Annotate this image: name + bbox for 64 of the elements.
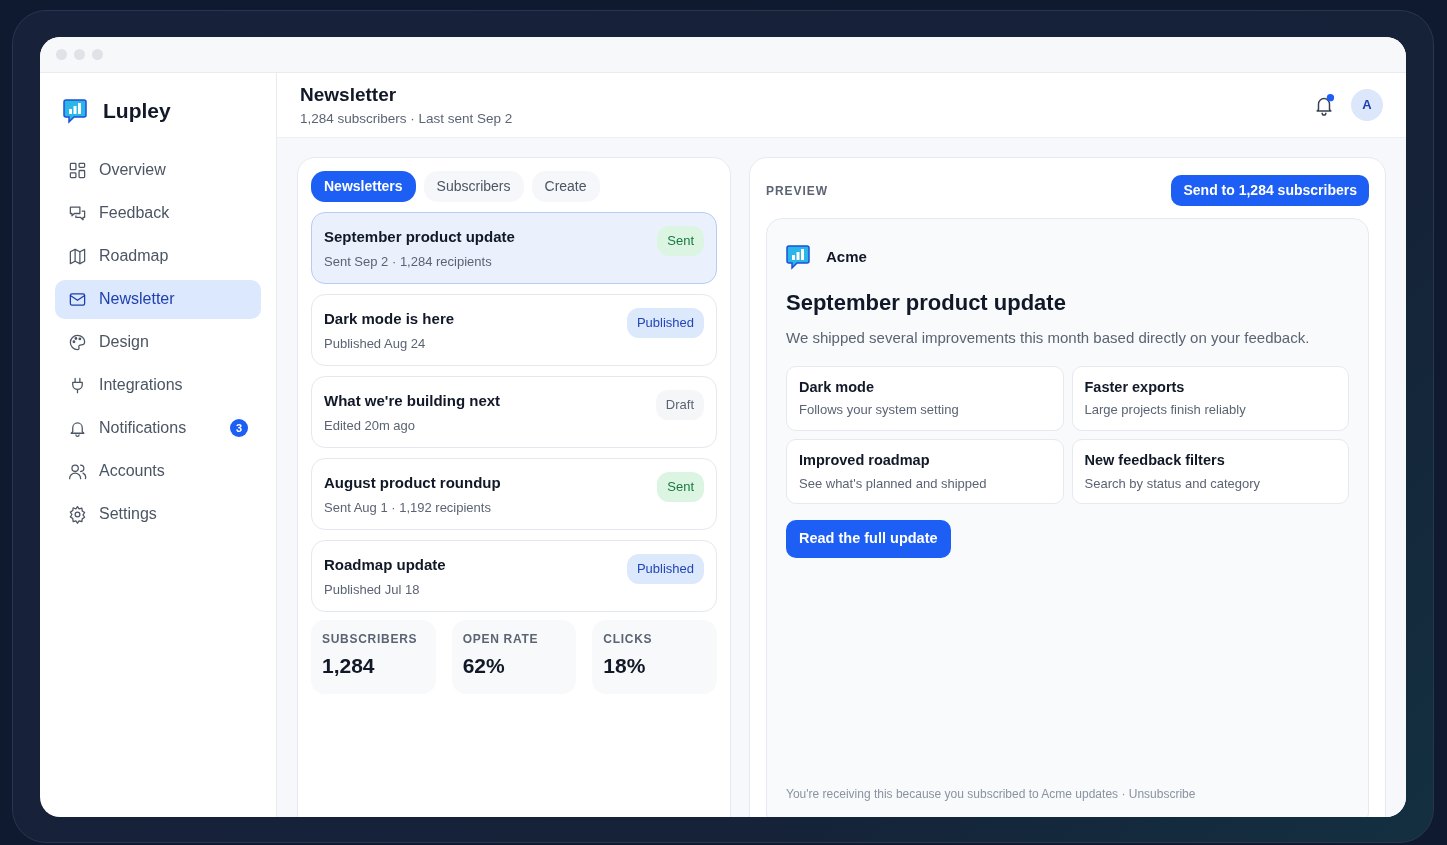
feature-title: New feedback filters xyxy=(1084,450,1226,470)
email-title: September product update xyxy=(786,289,1067,317)
newsletter-title: What we're building next xyxy=(324,391,501,411)
stat-label: CLICKS xyxy=(603,631,654,648)
sidebar-item[interactable]: Design xyxy=(55,322,261,362)
newsletter-meta: Sent Sep 2 · 1,284 recipients xyxy=(324,252,493,271)
settings-icon xyxy=(68,504,87,524)
feature-description: Search by status and category xyxy=(1084,474,1262,493)
newsletter-meta: Sent Aug 1 · 1,192 recipients xyxy=(324,498,492,517)
tab[interactable]: Create xyxy=(531,171,600,202)
page-subtitle: 1,284 subscribers · Last sent Sep 2 xyxy=(300,110,513,129)
newsletter-item[interactable]: What we're building next Edited 20m ago Draft xyxy=(311,376,717,448)
feature-description: See what's planned and shipped xyxy=(799,474,988,493)
status-tag: Published xyxy=(626,308,704,338)
count-badge: 3 xyxy=(230,419,248,437)
newsletter-title: Roadmap update xyxy=(324,555,446,575)
status-tag: Published xyxy=(626,554,704,584)
page-title: Newsletter xyxy=(300,82,398,107)
sidebar-item[interactable]: Notifications 3 xyxy=(55,408,261,448)
read-update-button[interactable]: Read the full update xyxy=(786,520,951,558)
stat-label: SUBSCRIBERS xyxy=(322,631,419,648)
section-label: PREVIEW xyxy=(766,182,829,200)
newsletter-meta: Edited 20m ago xyxy=(324,416,417,435)
tab[interactable]: Newsletters xyxy=(311,171,416,202)
palette-icon xyxy=(68,332,87,352)
feature-description: Large projects finish reliably xyxy=(1084,401,1247,420)
newsletter-item[interactable]: September product update Sent Sep 2 · 1,284 recipients Sent xyxy=(311,212,717,284)
logo-icon xyxy=(786,244,810,270)
newsletter-title: August product roundup xyxy=(324,473,501,493)
newsletter-item[interactable]: Roadmap update Published Jul 18 Published xyxy=(311,540,717,612)
feature-description: Follows your system setting xyxy=(799,401,960,420)
stat-value: 1,284 xyxy=(322,653,376,679)
sidebar-item[interactable]: Settings xyxy=(55,494,261,534)
newsletter-title: September product update xyxy=(324,227,515,247)
status-tag: Draft xyxy=(655,390,704,420)
newsletter-meta: Published Aug 24 xyxy=(324,334,427,353)
map-icon xyxy=(68,246,87,266)
feature-title: Improved roadmap xyxy=(799,450,931,470)
tab[interactable]: Subscribers xyxy=(423,171,524,202)
brand-name: Lupley xyxy=(103,98,171,124)
email-footer: You're receiving this because you subscribed to Acme updates · Unsubscribe xyxy=(786,785,1349,803)
stat-value: 18% xyxy=(603,653,647,679)
status-tag: Sent xyxy=(657,472,704,502)
send-button[interactable]: Send to 1,284 subscribers xyxy=(1171,175,1369,206)
email-intro: We shipped several improvements this month based directly on your feedback. xyxy=(786,328,1311,348)
sidebar-item[interactable]: Overview xyxy=(55,150,261,190)
sender-name: Acme xyxy=(826,246,867,267)
status-tag: Sent xyxy=(657,226,704,256)
sidebar-item[interactable]: Roadmap xyxy=(55,236,261,276)
sidebar-item[interactable]: Integrations xyxy=(55,365,261,405)
grid-icon xyxy=(68,160,87,180)
logo-icon xyxy=(63,97,87,124)
feature-title: Faster exports xyxy=(1084,377,1186,397)
newsletter-title: Dark mode is here xyxy=(324,309,455,329)
feature-title: Dark mode xyxy=(799,377,875,397)
sidebar-item[interactable]: Feedback xyxy=(55,193,261,233)
newsletter-meta: Published Jul 18 xyxy=(324,580,421,599)
newsletter-item[interactable]: Dark mode is here Published Aug 24 Published xyxy=(311,294,717,366)
stat-label: OPEN RATE xyxy=(462,631,540,648)
sidebar-item[interactable]: Accounts xyxy=(55,451,261,491)
newsletter-item[interactable]: August product roundup Sent Aug 1 · 1,192 recipients Sent xyxy=(311,458,717,530)
avatar[interactable]: A xyxy=(1351,89,1383,121)
stat-value: 62% xyxy=(462,653,506,679)
sidebar-item[interactable]: Newsletter xyxy=(55,279,261,319)
